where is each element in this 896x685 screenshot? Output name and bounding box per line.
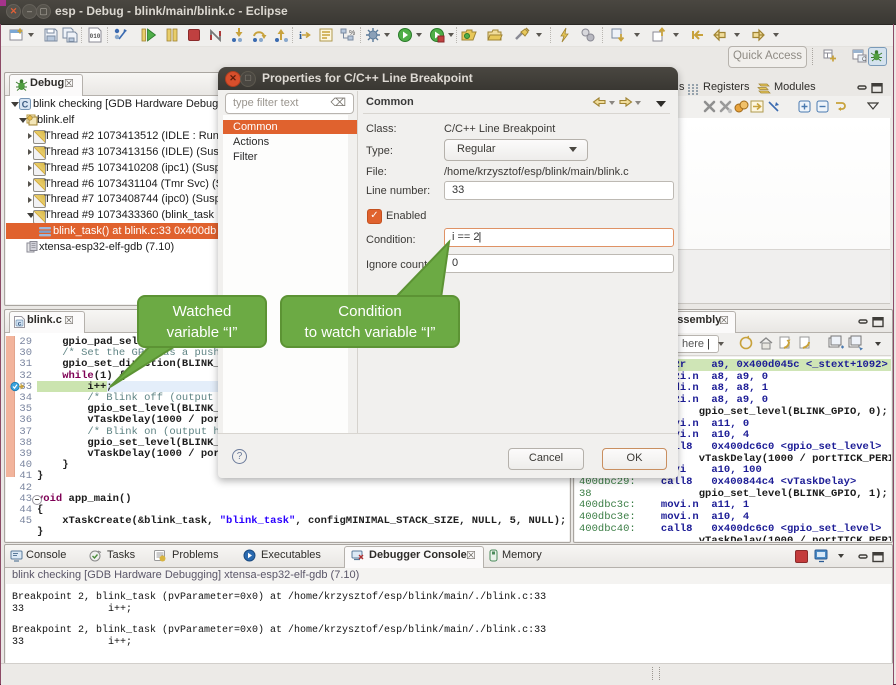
- svg-text:i: i: [299, 30, 302, 42]
- svg-text:C: C: [22, 100, 29, 110]
- svg-text:C: C: [862, 57, 867, 63]
- svg-text:variable “I”: variable “I”: [167, 324, 238, 341]
- svg-text:Watched: Watched: [173, 303, 232, 320]
- svg-text:c: c: [18, 320, 22, 327]
- svg-text:%: %: [349, 30, 355, 37]
- svg-text:to watch variable “I”: to watch variable “I”: [305, 324, 436, 341]
- svg-text:010: 010: [90, 33, 101, 40]
- svg-text:Condition: Condition: [338, 303, 401, 320]
